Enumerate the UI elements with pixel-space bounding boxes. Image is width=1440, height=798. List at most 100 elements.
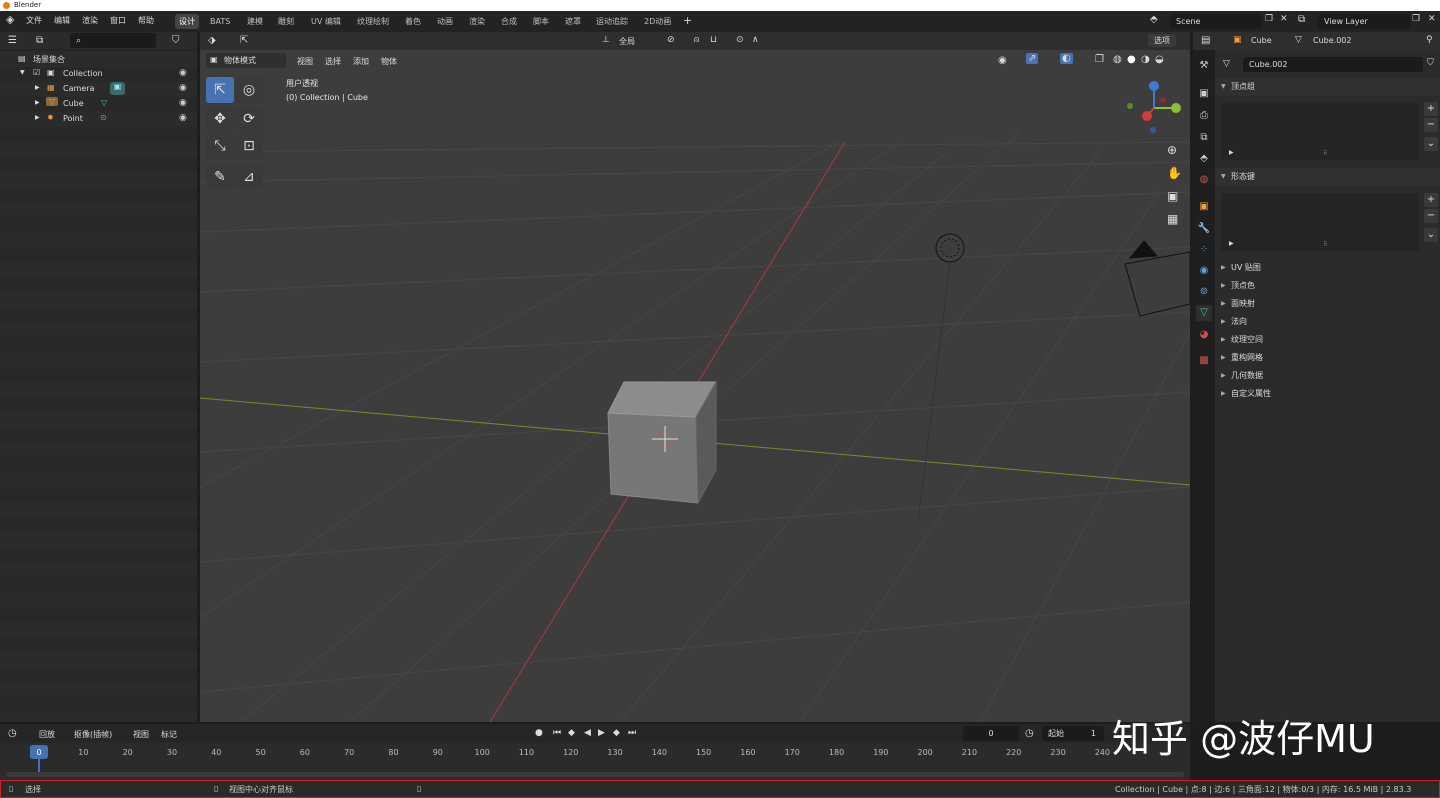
remove-view-layer-icon[interactable]: ✕ <box>1428 14 1436 24</box>
play-reverse-icon[interactable]: ◀ <box>584 728 591 738</box>
cursor-tool[interactable]: ◎ <box>235 77 263 103</box>
list-expand-icon[interactable]: ▶ <box>1229 149 1234 156</box>
workspace-tab[interactable]: 雕刻 <box>274 14 298 29</box>
viewport-menu-object[interactable]: 物体 <box>381 56 397 67</box>
vertex-group-menu-button[interactable]: ⌄ <box>1424 137 1438 151</box>
workspace-tab[interactable]: 着色 <box>401 14 425 29</box>
breadcrumb-mesh[interactable]: Cube.002 <box>1313 36 1351 45</box>
shape-key-list[interactable]: ▶ ⠿ <box>1221 193 1419 251</box>
wireframe-shading-icon[interactable]: ◍ <box>1113 54 1122 65</box>
timeline-scrollbar[interactable] <box>6 772 1184 777</box>
preview-range-icon[interactable]: ◷ <box>1025 728 1034 739</box>
pan-hand-icon[interactable]: ✋ <box>1167 166 1182 180</box>
panel-vertex-groups[interactable]: ▼ 顶点组 <box>1215 78 1440 96</box>
move-tool[interactable]: ✥ <box>206 106 234 132</box>
workspace-tab[interactable]: 运动追踪 <box>592 14 632 29</box>
panel-vertex-colors[interactable]: ▶ 顶点色 <box>1215 277 1440 295</box>
ortho-grid-icon[interactable]: ▦ <box>1167 212 1178 226</box>
workspace-tab[interactable]: 设计 <box>175 14 199 29</box>
options-dropdown[interactable]: 选项 <box>1148 34 1176 47</box>
eye-icon[interactable]: ◉ <box>179 113 187 123</box>
output-tab-icon[interactable]: ⎙ <box>1196 108 1212 124</box>
add-workspace-icon[interactable]: + <box>683 14 692 27</box>
jump-end-icon[interactable]: ⏭ <box>628 728 636 738</box>
view-layer-field[interactable]: View Layer <box>1318 14 1410 29</box>
editor-type-icon[interactable]: ▤ <box>1201 35 1210 46</box>
navigation-gizmo[interactable] <box>1122 78 1186 142</box>
menu-file[interactable]: 文件 <box>26 15 42 26</box>
timeline-menu-view[interactable]: 视图 <box>133 729 149 740</box>
outliner-row-point[interactable]: ▶ ✹ Point ⊙ ◉ <box>0 112 197 127</box>
rotate-tool[interactable]: ⟳ <box>235 106 263 132</box>
eye-icon[interactable]: ◉ <box>179 98 187 108</box>
shape-key-menu-button[interactable]: ⌄ <box>1424 228 1438 242</box>
outliner-row-collection[interactable]: ▼ ☑ ▣ Collection ◉ <box>0 67 197 82</box>
workspace-tab[interactable]: 纹理绘制 <box>353 14 393 29</box>
menu-help[interactable]: 帮助 <box>138 15 154 26</box>
pivot-icon[interactable]: ⊘ <box>667 35 675 45</box>
panel-remesh[interactable]: ▶ 重构网格 <box>1215 349 1440 367</box>
resize-handle-icon[interactable]: ⠿ <box>1323 150 1327 157</box>
remove-vertex-group-button[interactable]: − <box>1424 118 1438 132</box>
panel-face-maps[interactable]: ▶ 面映射 <box>1215 295 1440 313</box>
panel-uv-maps[interactable]: ▶ UV 贴图 <box>1215 259 1440 277</box>
mesh-data-tab-icon[interactable]: ▽ <box>1196 305 1212 321</box>
physics-tab-icon[interactable]: ◉ <box>1196 263 1212 279</box>
mesh-data-icon[interactable]: ▽ <box>101 98 107 107</box>
light-data-icon[interactable]: ⊙ <box>100 113 107 122</box>
falloff-icon[interactable]: ∧ <box>752 35 759 45</box>
object-tab-icon[interactable]: ▣ <box>1196 199 1212 215</box>
clock-icon[interactable]: ◷ <box>8 728 17 739</box>
add-vertex-group-button[interactable]: + <box>1424 102 1438 116</box>
snap-icon[interactable]: ⍝ <box>694 35 699 45</box>
camera-view-icon[interactable]: ▣ <box>1167 189 1178 203</box>
rendered-shading-icon[interactable]: ◒ <box>1155 54 1164 65</box>
panel-custom-properties[interactable]: ▶ 自定义属性 <box>1215 385 1440 403</box>
prev-keyframe-icon[interactable]: ◆ <box>568 728 575 738</box>
outliner-row-camera[interactable]: ▶ ▦ Camera ▣ ◉ <box>0 82 197 97</box>
display-mode-icon[interactable]: ⧉ <box>36 35 43 46</box>
xray-icon[interactable]: ❐ <box>1095 54 1104 65</box>
new-scene-icon[interactable]: ❐ <box>1265 14 1273 24</box>
select-box-tool[interactable]: ⇱ <box>206 77 234 103</box>
record-icon[interactable]: ● <box>535 728 543 738</box>
eye-icon[interactable]: ◉ <box>179 68 187 78</box>
expand-icon[interactable]: ▶ <box>35 84 40 91</box>
modifier-tab-icon[interactable]: 🔧 <box>1196 221 1212 237</box>
panel-geometry-data[interactable]: ▶ 几何数据 <box>1215 367 1440 385</box>
panel-texture-space[interactable]: ▶ 纹理空间 <box>1215 331 1440 349</box>
list-expand-icon[interactable]: ▶ <box>1229 240 1234 247</box>
jump-start-icon[interactable]: ⏮ <box>553 728 561 738</box>
outliner-row-cube[interactable]: ▶ ▽ Cube ▽ ◉ <box>0 97 197 112</box>
outliner-row-scene-collection[interactable]: ▤ 场景集合 <box>0 52 197 67</box>
checkbox-icon[interactable]: ☑ <box>33 68 40 77</box>
panel-normals[interactable]: ▶ 法向 <box>1215 313 1440 331</box>
current-frame-field[interactable]: 0 <box>963 726 1019 741</box>
timeline-menu-keying[interactable]: 抠像(插帧) <box>74 729 112 740</box>
annotate-tool[interactable]: ✎ <box>206 164 234 190</box>
overlay-toggle-icon[interactable]: ◐ <box>1060 53 1073 64</box>
render-tab-icon[interactable]: ▣ <box>1196 86 1212 102</box>
scene-field[interactable]: Scene <box>1170 14 1262 29</box>
filter-icon[interactable]: ⛉ <box>172 35 180 46</box>
start-frame-field[interactable]: 起始 1 <box>1042 726 1104 741</box>
mode-dropdown[interactable]: ▣ 物体模式 <box>206 53 286 68</box>
tool-tab-icon[interactable]: ⚒ <box>1196 58 1212 74</box>
timeline-menu-marker[interactable]: 标记 <box>161 729 177 740</box>
pin-icon[interactable]: ⚲ <box>1426 35 1433 45</box>
workspace-tab[interactable]: 合成 <box>497 14 521 29</box>
panel-shape-keys[interactable]: ▼ 形态键 <box>1215 168 1440 186</box>
material-tab-icon[interactable]: ◕ <box>1196 327 1212 343</box>
mesh-name-field[interactable]: Cube.002 <box>1243 57 1423 72</box>
workspace-tab[interactable]: 建模 <box>243 14 267 29</box>
remove-shape-key-button[interactable]: − <box>1424 209 1438 223</box>
workspace-tab[interactable]: 动画 <box>433 14 457 29</box>
next-keyframe-icon[interactable]: ◆ <box>613 728 620 738</box>
select-mode-icon[interactable]: ⇱ <box>240 35 248 46</box>
workspace-tab[interactable]: UV 编辑 <box>307 14 345 29</box>
orientation-dropdown[interactable]: 全局 <box>619 36 635 47</box>
editor-type-icon[interactable]: ☰ <box>8 35 17 46</box>
outliner-search-input[interactable]: ⌕ <box>70 33 156 48</box>
viewport-menu-add[interactable]: 添加 <box>353 56 369 67</box>
expand-icon[interactable]: ▼ <box>20 69 25 76</box>
